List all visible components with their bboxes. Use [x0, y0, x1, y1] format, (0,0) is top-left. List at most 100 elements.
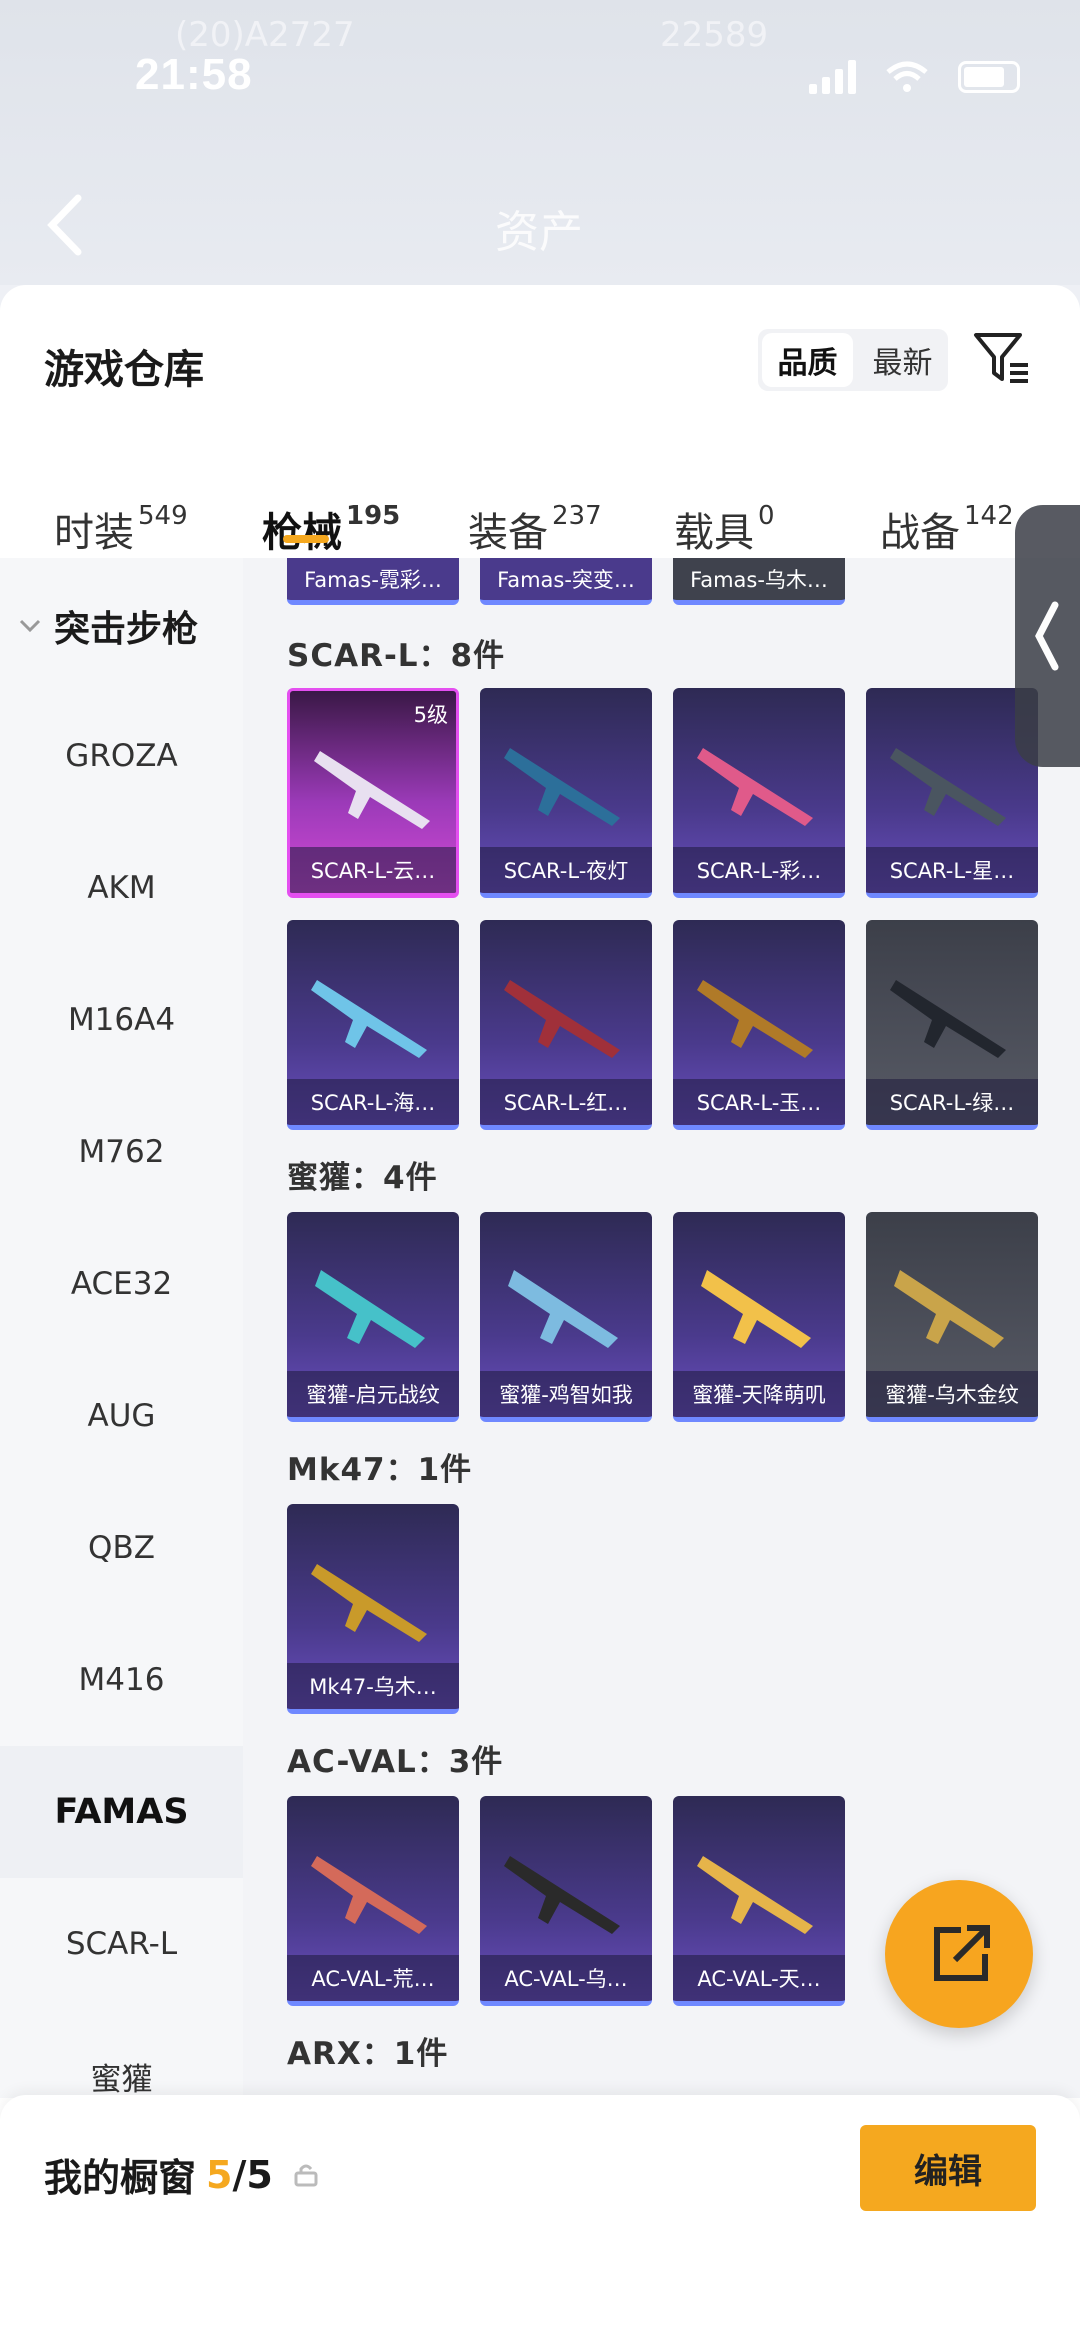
sheet-title: 游戏仓库 [44, 347, 204, 393]
signal-icon [809, 60, 856, 94]
tab-guns[interactable]: 枪械 195 [262, 500, 400, 558]
smg-icon [508, 1270, 618, 1348]
ghost-text-right: 22589 [660, 15, 769, 55]
sort-latest[interactable]: 最新 [857, 329, 948, 391]
smg-icon [315, 1270, 425, 1348]
weapon-card-label: SCAR-L-绿… [866, 1079, 1038, 1125]
weapon-card-label: SCAR-L-夜灯 [480, 847, 652, 893]
lock-icon [294, 2164, 318, 2186]
weapon-card-label: 蜜獾-启元战纹 [287, 1371, 459, 1417]
weapon-card[interactable]: SCAR-L-彩… [673, 688, 845, 898]
tab-equipment[interactable]: 装备 237 [468, 500, 602, 558]
rifle-icon [311, 1564, 427, 1642]
sidebar-item-aug[interactable]: AUG [0, 1350, 243, 1482]
section-title-scar-l: SCAR-L：8件 [287, 638, 506, 674]
side-drawer-handle[interactable] [1015, 505, 1080, 767]
rifle-icon [314, 751, 430, 829]
tab-fashion[interactable]: 时装 549 [54, 500, 188, 558]
share-button[interactable] [885, 1880, 1033, 2028]
sort-toggle[interactable]: 品质 最新 [758, 329, 948, 391]
battery-icon [958, 61, 1020, 93]
weapon-grid: Famas-霓彩… Famas-突变… Famas-乌木… SCAR-L：8件 … [243, 558, 1080, 2098]
sidebar-item-qbz[interactable]: QBZ [0, 1482, 243, 1614]
weapon-card[interactable]: SCAR-L-夜灯 [480, 688, 652, 898]
weapon-card[interactable]: 蜜獾-启元战纹 [287, 1212, 459, 1422]
weapon-card-label: SCAR-L-云… [290, 847, 456, 893]
sidebar-item-akm[interactable]: AKM [0, 822, 243, 954]
weapon-card-label: AC-VAL-乌… [480, 1955, 652, 2001]
nav-title: 资产 [495, 207, 583, 258]
smg-icon [894, 1270, 1004, 1348]
rifle-icon [697, 980, 813, 1058]
tab-vehicles[interactable]: 载具 0 [674, 500, 775, 558]
smg-icon [701, 1270, 811, 1348]
sidebar-category[interactable]: 突击步枪 [18, 600, 198, 652]
weapon-card[interactable]: 5级 SCAR-L-云… [287, 688, 459, 898]
active-tab-indicator [283, 535, 329, 543]
weapon-card[interactable]: Mk47-乌木… [287, 1504, 459, 1714]
weapon-card[interactable]: AC-VAL-天… [673, 1796, 845, 2006]
weapon-card[interactable]: SCAR-L-绿… [866, 920, 1038, 1130]
weapon-card-label: 蜜獾-鸡智如我 [480, 1371, 652, 1417]
weapon-card-partial[interactable]: Famas-突变… [480, 558, 652, 605]
section-title-ac-val: AC-VAL：3件 [287, 1744, 504, 1780]
rifle-icon [311, 1856, 427, 1934]
chevron-left-icon [1035, 601, 1059, 671]
weapon-card-label: SCAR-L-彩… [673, 847, 845, 893]
rifle-icon [697, 1856, 813, 1934]
weapon-card[interactable]: SCAR-L-玉… [673, 920, 845, 1130]
wifi-icon [886, 61, 928, 92]
weapon-card-label: SCAR-L-星… [866, 847, 1038, 893]
showcase-count: 5 [206, 2152, 233, 2197]
weapon-card[interactable]: SCAR-L-海… [287, 920, 459, 1130]
back-arrow-icon[interactable] [40, 190, 90, 260]
showcase-total: /5 [232, 2152, 273, 2197]
weapon-card[interactable]: 蜜獾-天降萌叽 [673, 1212, 845, 1422]
ghost-text-left: (20)A2727 [175, 15, 355, 55]
sidebar-item-m416[interactable]: M416 [0, 1614, 243, 1746]
filter-icon[interactable] [972, 327, 1032, 387]
status-time: 21:58 [135, 50, 253, 99]
section-title-mk47: Mk47：1件 [287, 1452, 473, 1488]
tab-supplies[interactable]: 战备 142 [880, 500, 1014, 558]
sort-quality[interactable]: 品质 [762, 333, 853, 387]
weapon-card-label: 蜜獾-天降萌叽 [673, 1371, 845, 1417]
weapon-card-label: Mk47-乌木… [287, 1663, 459, 1709]
sidebar-item-scar-l[interactable]: SCAR-L [0, 1878, 243, 2010]
rifle-icon [504, 748, 620, 826]
status-icons [809, 60, 1020, 94]
sidebar-item-ace32[interactable]: ACE32 [0, 1218, 243, 1350]
sidebar-item-groza[interactable]: GROZA [0, 690, 243, 822]
weapon-card[interactable]: SCAR-L-星… [866, 688, 1038, 898]
weapon-card-partial[interactable]: Famas-霓彩… [287, 558, 459, 605]
weapon-card-label: SCAR-L-红… [480, 1079, 652, 1125]
weapon-card[interactable]: 蜜獾-乌木金纹 [866, 1212, 1038, 1422]
weapon-card[interactable]: AC-VAL-荒… [287, 1796, 459, 2006]
rifle-icon [311, 980, 427, 1058]
weapon-card-label: SCAR-L-玉… [673, 1079, 845, 1125]
weapon-card-partial[interactable]: Famas-乌木… [673, 558, 845, 605]
sidebar-item-m16a4[interactable]: M16A4 [0, 954, 243, 1086]
weapon-card[interactable]: 蜜獾-鸡智如我 [480, 1212, 652, 1422]
weapon-card[interactable]: AC-VAL-乌… [480, 1796, 652, 2006]
rifle-icon [890, 980, 1006, 1058]
section-title-honey-badger: 蜜獾：4件 [287, 1160, 438, 1196]
showcase-title: 我的橱窗 5 /5 [44, 2147, 319, 2202]
rifle-icon [890, 748, 1006, 826]
weapon-card[interactable]: SCAR-L-红… [480, 920, 652, 1130]
sidebar-item-famas[interactable]: FAMAS [0, 1746, 243, 1878]
rifle-icon [697, 748, 813, 826]
section-title-arx: ARX：1件 [287, 2036, 449, 2072]
weapon-card-label: AC-VAL-天… [673, 1955, 845, 2001]
rifle-icon [504, 980, 620, 1058]
showcase-bar: 我的橱窗 5 /5 编辑 [0, 2095, 1080, 2341]
sidebar-item-m762[interactable]: M762 [0, 1086, 243, 1218]
weapon-card-label: 蜜獾-乌木金纹 [866, 1371, 1038, 1417]
chevron-down-icon [19, 619, 41, 633]
weapon-card-label: SCAR-L-海… [287, 1079, 459, 1125]
weapon-card-label: AC-VAL-荒… [287, 1955, 459, 2001]
rifle-icon [504, 1856, 620, 1934]
share-icon [934, 1925, 990, 1981]
category-tabs: 时装 549 枪械 195 装备 237 载具 0 战备 142 [0, 460, 1080, 558]
edit-button[interactable]: 编辑 [860, 2125, 1036, 2211]
